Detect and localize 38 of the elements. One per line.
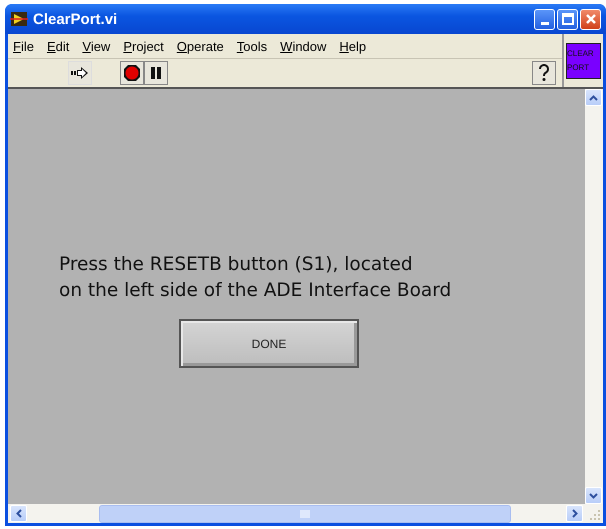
window-title: ClearPort.vi [33, 10, 118, 28]
scroll-down-button[interactable] [585, 487, 602, 504]
abort-button[interactable] [120, 61, 144, 85]
pause-icon [150, 66, 162, 80]
grip-icon [300, 510, 310, 518]
instruction-text: Press the RESETB button (S1), located on the left side of the ADE Interface Board [59, 253, 452, 303]
scroll-thumb[interactable] [99, 504, 511, 522]
scroll-left-button[interactable] [10, 505, 27, 522]
down-chevron-icon [589, 492, 598, 498]
minimize-icon [540, 22, 548, 24]
scroll-right-button[interactable] [566, 505, 583, 522]
run-button[interactable] [68, 61, 92, 85]
maximize-button[interactable] [557, 8, 578, 30]
left-chevron-icon [16, 509, 22, 518]
menu-item[interactable]: View [82, 38, 110, 54]
close-icon [584, 13, 596, 25]
question-mark-icon [538, 64, 550, 82]
menu-item[interactable]: File [13, 38, 34, 54]
done-button[interactable]: DONE [179, 319, 359, 368]
up-chevron-icon [589, 94, 598, 100]
menu-item[interactable]: Edit [46, 38, 70, 54]
minimize-button[interactable] [534, 8, 555, 30]
vi-icon [10, 11, 28, 27]
vi-icon-label: CLEAR PORT [566, 42, 601, 78]
vertical-scrollbar[interactable] [585, 89, 603, 504]
run-arrow-icon [71, 66, 89, 80]
help-button[interactable] [532, 61, 556, 85]
right-chevron-icon [572, 509, 578, 518]
pause-button[interactable] [144, 61, 168, 85]
menu-item[interactable]: Tools [236, 38, 268, 54]
menu-item[interactable]: Operate [176, 38, 224, 54]
menu-item[interactable]: Window [280, 38, 326, 54]
menu-item[interactable]: Help [339, 38, 366, 54]
scroll-up-button[interactable] [585, 89, 602, 106]
stop-icon [123, 64, 141, 82]
close-button[interactable] [580, 8, 601, 30]
maximize-icon [562, 13, 574, 25]
menu-item[interactable]: Project [123, 38, 164, 54]
